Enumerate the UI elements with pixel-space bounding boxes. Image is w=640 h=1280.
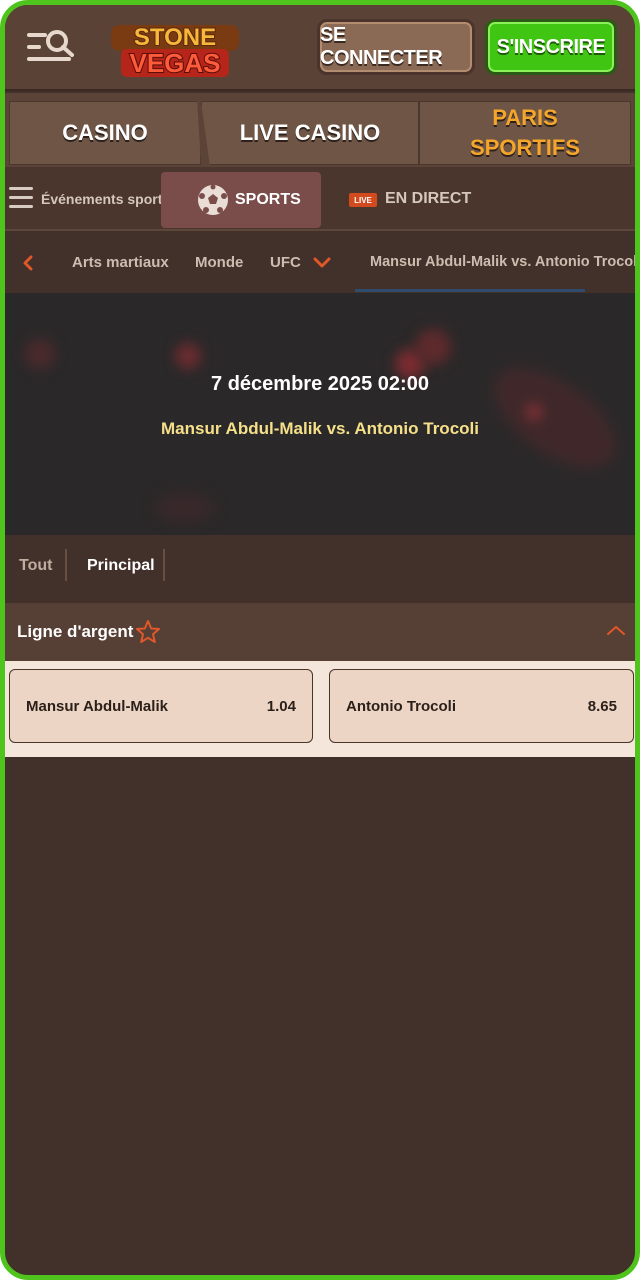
sports-bar: Événements sportifs SPORTS LIVE EN DIREC…: [5, 167, 635, 231]
market-filter-tabs: Tout Principal: [5, 535, 635, 601]
breadcrumb: Arts martiaux Monde UFC Mansur Abdul-Mal…: [5, 233, 635, 293]
hamburger-menu-icon[interactable]: [9, 187, 33, 209]
logo-text-stone: STONE: [134, 24, 216, 51]
market-header[interactable]: Ligne d'argent: [5, 603, 635, 661]
outcome-odds: 1.04: [266, 697, 296, 715]
tab-paris-sportifs[interactable]: PARIS SPORTIFS: [419, 101, 631, 165]
register-button-label: S'INSCRIRE: [496, 35, 606, 58]
outcome-button[interactable]: Mansur Abdul-Malik 1.04: [9, 669, 313, 743]
breadcrumb-item[interactable]: Monde: [195, 254, 243, 271]
filter-tab-main[interactable]: Principal: [87, 557, 155, 575]
sports-tab[interactable]: SPORTS: [161, 172, 321, 228]
live-badge: LIVE: [349, 193, 377, 207]
login-button[interactable]: SE CONNECTER: [317, 19, 475, 75]
login-button-label: SE CONNECTER: [320, 24, 443, 69]
breadcrumb-item[interactable]: UFC: [270, 254, 301, 271]
chevron-down-icon[interactable]: [313, 257, 331, 269]
market-outcomes: Mansur Abdul-Malik 1.04 Antonio Trocoli …: [5, 661, 635, 757]
breadcrumb-item-current[interactable]: Mansur Abdul-Malik vs. Antonio Trocoli: [370, 254, 635, 270]
logo-text-vegas: VEGAS: [129, 48, 220, 78]
app-frame: STONE VEGAS SE CONNECTER S'INSCRIRE CASI…: [0, 0, 640, 1280]
tab-divider: [65, 549, 67, 581]
tab-live-casino-label: LIVE CASINO: [239, 120, 381, 145]
chevron-up-icon[interactable]: [605, 623, 627, 637]
menu-search-icon[interactable]: [25, 27, 77, 67]
chevron-left-icon[interactable]: [21, 255, 35, 271]
outcome-button[interactable]: Antonio Trocoli 8.65: [329, 669, 634, 743]
stone-vegas-logo[interactable]: STONE VEGAS: [107, 13, 243, 81]
header: STONE VEGAS SE CONNECTER S'INSCRIRE: [5, 5, 635, 91]
event-hero: 7 décembre 2025 02:00 Mansur Abdul-Malik…: [5, 293, 635, 535]
sports-tab-label: SPORTS: [235, 191, 301, 208]
outcome-name: Antonio Trocoli: [346, 697, 456, 715]
breadcrumb-scroll-indicator: [355, 289, 585, 292]
event-title: Mansur Abdul-Malik vs. Antonio Trocoli: [161, 419, 479, 438]
tab-live-casino[interactable]: LIVE CASINO: [201, 101, 419, 165]
outcome-name: Mansur Abdul-Malik: [26, 697, 168, 715]
main-nav: CASINO LIVE CASINO PARIS SPORTIFS: [5, 93, 635, 167]
market-title: Ligne d'argent: [17, 622, 134, 641]
event-date: 7 décembre 2025 02:00: [211, 373, 429, 395]
filter-tab-all[interactable]: Tout: [19, 557, 52, 575]
favorite-star-icon[interactable]: [135, 619, 161, 645]
live-tab[interactable]: EN DIRECT: [385, 190, 471, 208]
breadcrumb-item[interactable]: Arts martiaux: [72, 254, 169, 271]
tab-divider: [163, 549, 165, 581]
register-button[interactable]: S'INSCRIRE: [485, 19, 617, 75]
sports-events-link[interactable]: Événements sportifs: [41, 191, 179, 207]
outcome-odds: 8.65: [587, 697, 617, 715]
tab-casino[interactable]: CASINO: [9, 101, 201, 165]
soccer-ball-icon: [198, 184, 228, 215]
tab-paris-sportifs-label: PARIS SPORTIFS: [470, 105, 581, 160]
tab-casino-label: CASINO: [62, 120, 148, 145]
